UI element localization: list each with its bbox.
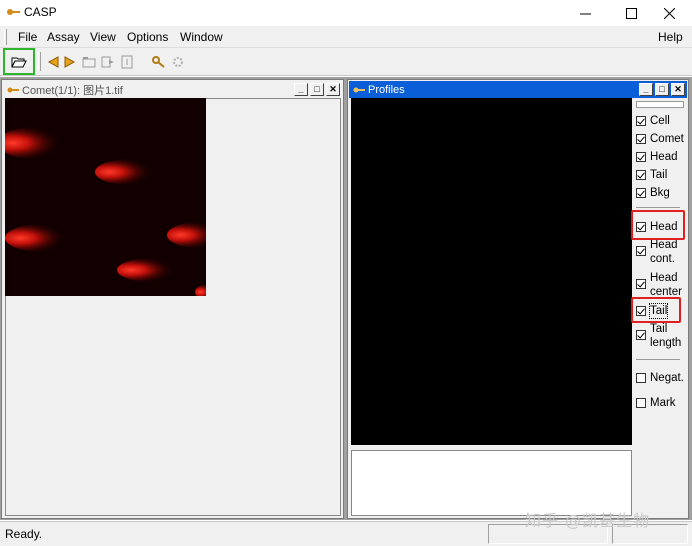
app-icon — [7, 9, 20, 15]
profiles-close-button[interactable]: ✕ — [671, 83, 685, 96]
checkbox-bkg[interactable]: Bkg — [636, 186, 670, 200]
profile-plot[interactable] — [351, 98, 632, 445]
menu-view[interactable]: View — [90, 30, 116, 44]
checkbox-box[interactable] — [636, 330, 646, 340]
folder-disabled-icon — [82, 57, 96, 68]
comet-window-title: Comet(1/1): 图片1.tif — [22, 84, 123, 97]
menu-assay[interactable]: Assay — [47, 30, 80, 44]
annotation-box-head — [631, 210, 685, 240]
checkbox-cell[interactable]: Cell — [636, 114, 670, 128]
comet-window-titlebar: Comet(1/1): 图片1.tif _ □ ✕ — [3, 81, 342, 98]
document-disabled-icon — [121, 55, 133, 69]
checkbox-tail-length[interactable]: Tail length — [636, 322, 684, 350]
comet-image[interactable] — [5, 98, 206, 296]
close-button[interactable] — [646, 0, 692, 26]
open-button[interactable] — [8, 51, 30, 73]
comet-minimize-button[interactable]: _ — [294, 83, 308, 96]
checkbox-box[interactable] — [636, 134, 646, 144]
toolbar — [0, 48, 692, 76]
checkbox-head-center[interactable]: Head center — [636, 271, 684, 297]
checkbox-head-cont[interactable]: Head cont. — [636, 238, 684, 266]
checkbox-box[interactable] — [636, 373, 646, 383]
profiles-maximize-button[interactable]: □ — [655, 83, 669, 96]
checkbox-mark[interactable]: Mark — [636, 396, 676, 410]
checkbox-head[interactable]: Head — [636, 150, 678, 164]
gear-button[interactable] — [167, 51, 189, 73]
checkbox-comet[interactable]: Comet — [636, 132, 684, 146]
key-icon — [353, 87, 365, 92]
profiles-minimize-button[interactable]: _ — [639, 83, 653, 96]
close-icon — [663, 7, 675, 19]
arrow-right-icon — [64, 56, 76, 68]
tool-button-5[interactable] — [116, 51, 138, 73]
profile-slider[interactable] — [636, 101, 684, 108]
minimize-button[interactable] — [562, 0, 608, 26]
comet-maximize-button[interactable]: □ — [310, 83, 324, 96]
menu-help[interactable]: Help — [658, 30, 683, 44]
minimize-icon — [579, 13, 591, 14]
toolbar-separator — [38, 52, 41, 71]
menu-bar: File Assay View Options Window Help — [0, 26, 692, 48]
checkbox-box[interactable] — [636, 279, 646, 289]
separator — [636, 207, 680, 208]
key-icon — [7, 87, 19, 92]
menu-file[interactable]: File — [18, 30, 37, 44]
profiles-window-titlebar: Profiles _ □ ✕ — [349, 81, 687, 98]
arrow-left-icon — [47, 56, 59, 68]
window-title: CASP — [24, 5, 57, 19]
annotation-box-tail — [631, 297, 681, 323]
menu-window[interactable]: Window — [180, 30, 223, 44]
wrench-icon — [152, 56, 165, 68]
checkbox-box[interactable] — [636, 246, 646, 256]
comet-close-button[interactable]: ✕ — [326, 83, 340, 96]
menu-grip — [4, 29, 7, 45]
title-bar: CASP — [0, 0, 692, 26]
profiles-window-title: Profiles — [368, 83, 405, 96]
separator — [636, 359, 680, 360]
export-disabled-icon — [101, 56, 114, 68]
checkbox-box[interactable] — [636, 188, 646, 198]
menu-options[interactable]: Options — [127, 30, 168, 44]
checkbox-tail[interactable]: Tail — [636, 168, 667, 182]
checkbox-box[interactable] — [636, 170, 646, 180]
checkbox-box[interactable] — [636, 152, 646, 162]
open-folder-icon — [11, 57, 27, 68]
checkbox-negat[interactable]: Negat. — [636, 371, 684, 385]
status-text: Ready. — [5, 527, 43, 541]
gear-disabled-icon — [173, 57, 183, 67]
checkbox-box[interactable] — [636, 398, 646, 408]
maximize-icon — [625, 7, 637, 19]
watermark: 知乎 @凯基生物 — [525, 511, 651, 530]
checkbox-box[interactable] — [636, 116, 646, 126]
